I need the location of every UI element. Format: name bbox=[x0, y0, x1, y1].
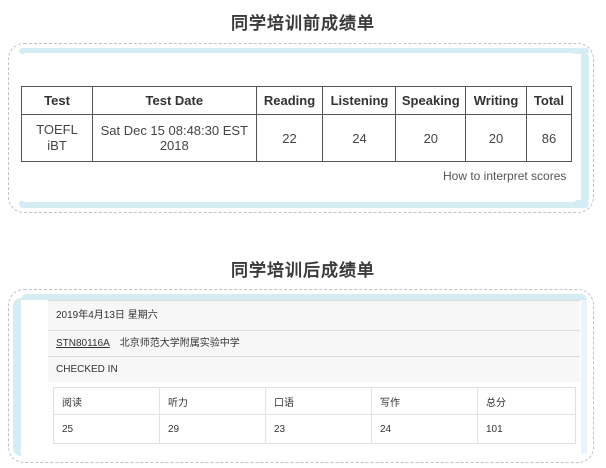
before-training-title: 同学培训前成绩单 bbox=[231, 14, 375, 34]
test-date-row: 2019年4月13日 星期六 bbox=[48, 300, 580, 330]
test-center-name: 北京师范大学附属实验中学 bbox=[119, 338, 240, 349]
col-test-date: Test Date bbox=[92, 86, 257, 115]
col-listening: 听力 bbox=[159, 387, 266, 415]
card-accent bbox=[581, 300, 587, 454]
cell-speaking: 23 bbox=[265, 414, 372, 444]
cell-total: 86 bbox=[525, 114, 573, 162]
cell-test-date: Sat Dec 15 08:48:30 EST 2018 bbox=[92, 114, 257, 162]
registration-code-link[interactable]: STN80116A bbox=[56, 338, 110, 349]
table-header-row: 阅读 听力 口语 写作 总分 bbox=[54, 387, 576, 415]
cell-listening: 29 bbox=[159, 414, 266, 444]
cell-total: 101 bbox=[477, 414, 576, 444]
cell-speaking: 20 bbox=[395, 114, 467, 162]
test-center-row: STN80116A 北京师范大学附属实验中学 bbox=[48, 330, 580, 356]
col-reading: Reading bbox=[255, 86, 324, 115]
interpret-scores-link[interactable]: How to interpret scores bbox=[443, 169, 566, 183]
test-date: 2019年4月13日 星期六 bbox=[56, 310, 158, 321]
col-test: Test bbox=[20, 86, 94, 115]
card-accent bbox=[13, 298, 21, 456]
col-speaking: 口语 bbox=[265, 387, 372, 415]
cell-listening: 24 bbox=[322, 114, 397, 162]
table-row: 25 29 23 24 101 bbox=[53, 414, 576, 444]
col-writing: 写作 bbox=[371, 387, 478, 415]
section-score-table: 阅读 听力 口语 写作 总分 25 29 23 24 101 bbox=[53, 387, 576, 444]
col-total: Total bbox=[525, 86, 573, 115]
col-speaking: Speaking bbox=[395, 86, 467, 115]
cell-reading: 25 bbox=[53, 414, 160, 444]
toefl-score-table: Test Test Date Reading Listening Speakin… bbox=[20, 86, 573, 162]
status-text: CHECKED IN bbox=[56, 364, 118, 375]
table-row: TOEFL iBT Sat Dec 15 08:48:30 EST 2018 2… bbox=[20, 114, 573, 162]
cell-reading: 22 bbox=[255, 114, 324, 162]
status-row: CHECKED IN bbox=[48, 356, 580, 382]
cell-writing: 24 bbox=[371, 414, 478, 444]
card-accent bbox=[581, 52, 589, 206]
col-listening: Listening bbox=[322, 86, 397, 115]
col-total: 总分 bbox=[477, 387, 576, 415]
after-training-title: 同学培训后成绩单 bbox=[231, 261, 375, 281]
col-writing: Writing bbox=[465, 86, 527, 115]
col-reading: 阅读 bbox=[62, 397, 82, 409]
cell-test: TOEFL iBT bbox=[20, 114, 94, 162]
table-header-row: Test Test Date Reading Listening Speakin… bbox=[20, 86, 573, 115]
cell-writing: 20 bbox=[465, 114, 527, 162]
